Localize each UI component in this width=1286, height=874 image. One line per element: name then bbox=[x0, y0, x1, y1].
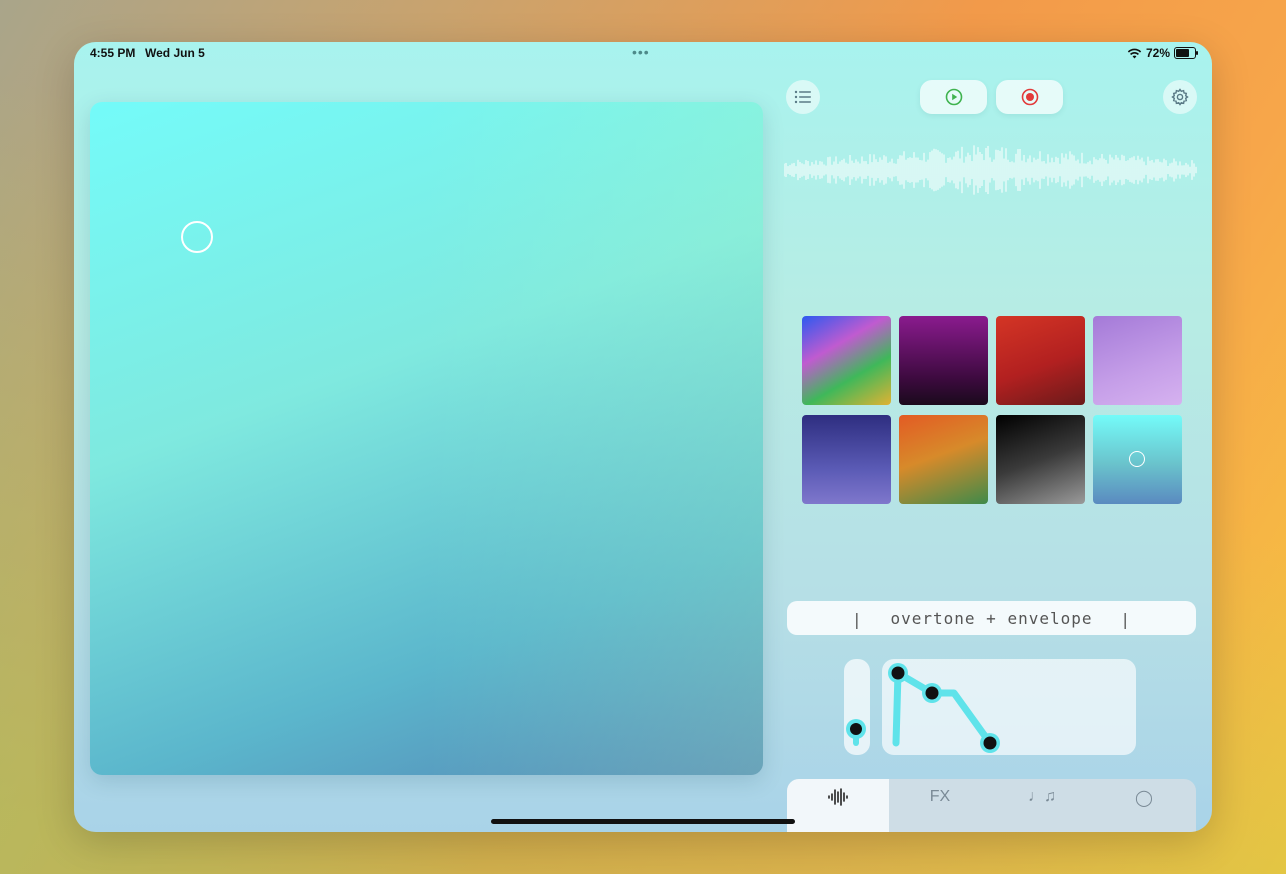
home-indicator[interactable] bbox=[491, 819, 795, 824]
preset-purple-black[interactable] bbox=[899, 316, 988, 405]
multitask-dots[interactable]: ••• bbox=[632, 44, 650, 60]
overtone-slider[interactable] bbox=[844, 659, 870, 755]
settings-button[interactable] bbox=[1163, 80, 1197, 114]
envelope-editor[interactable] bbox=[882, 659, 1136, 755]
tab-fx-label: FX bbox=[929, 788, 951, 805]
battery-percent: 72% bbox=[1145, 46, 1170, 60]
decay-handle[interactable] bbox=[925, 686, 939, 700]
preset-black-gray[interactable] bbox=[996, 415, 1085, 504]
tab-bar: FX ♩♫ ◯ bbox=[787, 779, 1196, 832]
status-right: 72% bbox=[1127, 46, 1198, 60]
preset-rainbow[interactable] bbox=[802, 316, 891, 405]
preset-indigo[interactable] bbox=[802, 415, 891, 504]
preset-orange-green[interactable] bbox=[899, 415, 988, 504]
xy-pad-sheen bbox=[90, 102, 763, 775]
menu-button[interactable] bbox=[786, 80, 820, 114]
wifi-icon bbox=[1127, 48, 1142, 58]
preset-red[interactable] bbox=[996, 316, 1085, 405]
section-bar-right: | bbox=[1120, 610, 1131, 629]
gear-icon bbox=[1171, 88, 1189, 106]
record-button[interactable] bbox=[996, 80, 1063, 114]
tab-notes[interactable]: ♩♫ bbox=[991, 779, 1093, 832]
preset-lavender[interactable] bbox=[1093, 316, 1182, 405]
music-notes-icon: ♩♫ bbox=[1028, 788, 1056, 805]
circle-icon: ◯ bbox=[1135, 790, 1153, 807]
preset-selected-indicator bbox=[1129, 451, 1145, 467]
section-bar-left: | bbox=[852, 610, 863, 629]
tab-fx[interactable]: FX bbox=[889, 779, 991, 832]
section-label: | overtone + envelope | bbox=[787, 601, 1196, 635]
xy-pad[interactable] bbox=[90, 102, 763, 775]
battery-icon bbox=[1174, 47, 1198, 59]
record-circle-icon bbox=[1021, 88, 1038, 106]
overtone-track bbox=[846, 719, 866, 746]
attack-handle[interactable] bbox=[891, 666, 905, 680]
preset-cyan-blue[interactable] bbox=[1093, 415, 1182, 504]
status-time: 4:55 PM bbox=[90, 46, 136, 60]
tab-sound[interactable] bbox=[787, 779, 889, 832]
overtone-handle[interactable] bbox=[850, 723, 862, 735]
status-bar: 4:55 PM Wed Jun 5 ••• 72% bbox=[74, 42, 1212, 64]
play-button[interactable] bbox=[920, 80, 987, 114]
envelope-graph bbox=[888, 663, 1000, 753]
xy-cursor[interactable] bbox=[181, 221, 213, 253]
section-title: overtone + envelope bbox=[890, 608, 1093, 628]
status-date: Wed Jun 5 bbox=[145, 46, 205, 60]
preset-grid bbox=[802, 316, 1182, 504]
ipad-screen: 4:55 PM Wed Jun 5 ••• 72% | overtone + e… bbox=[74, 42, 1212, 832]
waveform-display bbox=[784, 145, 1197, 195]
waveform-icon bbox=[828, 788, 848, 806]
release-handle[interactable] bbox=[983, 736, 997, 750]
play-circle-icon bbox=[945, 88, 962, 106]
tab-circle[interactable]: ◯ bbox=[1093, 779, 1195, 832]
list-icon bbox=[794, 90, 811, 104]
